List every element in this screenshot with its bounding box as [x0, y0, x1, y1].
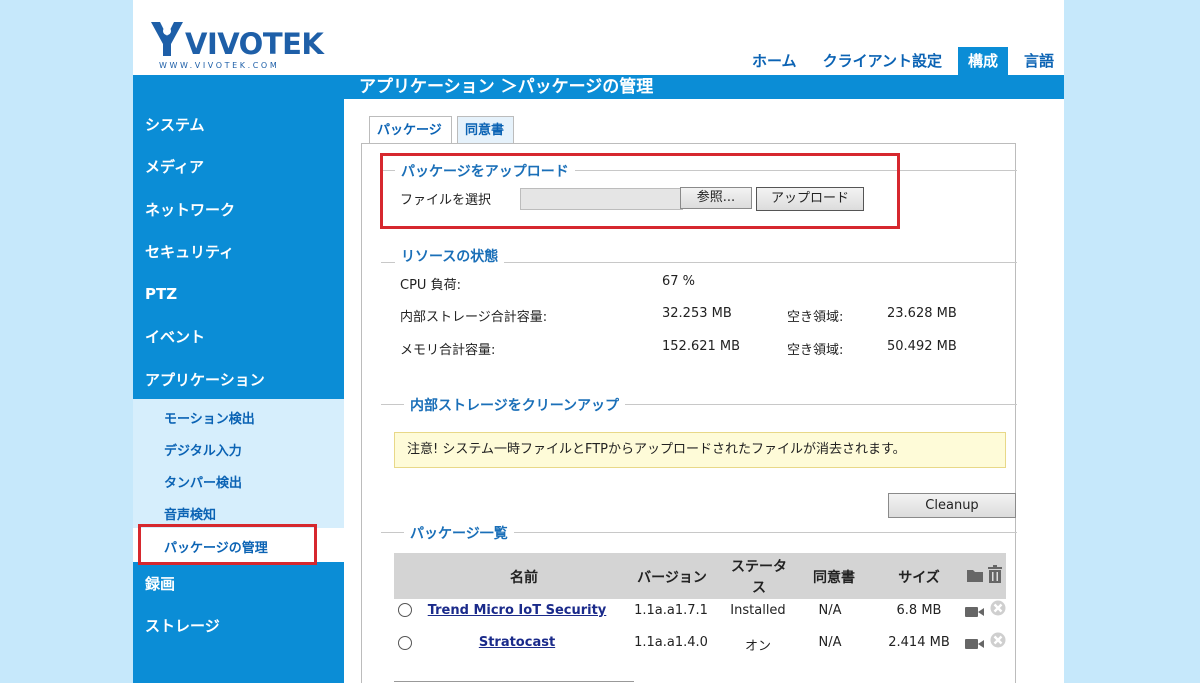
- tab-package[interactable]: パッケージ: [369, 116, 452, 144]
- package-select-radio[interactable]: [398, 603, 412, 617]
- sidebar-item-security[interactable]: セキュリティ: [145, 241, 234, 262]
- resources-section-title: リソースの状態: [395, 246, 505, 266]
- package-status: Installed: [730, 603, 786, 618]
- package-size: 2.414 MB: [888, 635, 950, 650]
- package-version: 1.1a.a1.4.0: [634, 635, 708, 650]
- storage-free-label: 空き領域:: [787, 310, 844, 325]
- memory-free-label: 空き領域:: [787, 343, 844, 358]
- storage-total-value: 32.253 MB: [662, 306, 732, 321]
- nav-language[interactable]: 言語: [1014, 47, 1064, 75]
- package-license: N/A: [818, 603, 842, 618]
- sidebar-item-media[interactable]: メディア: [145, 156, 204, 177]
- package-name-link[interactable]: Stratocast: [426, 635, 608, 650]
- delete-icon[interactable]: [990, 632, 1006, 652]
- vivotek-logo: VIVOTEK WWW.VIVOTEK.COM: [147, 14, 337, 72]
- folder-icon[interactable]: [966, 567, 984, 587]
- sidebar-item-recording[interactable]: 録画: [145, 573, 175, 594]
- title-bar: アプリケーション ＞パッケージの管理: [133, 75, 1064, 99]
- package-size: 6.8 MB: [896, 603, 942, 618]
- column-size: サイズ: [898, 570, 940, 586]
- column-license: 同意書: [813, 570, 855, 586]
- memory-free-value: 50.492 MB: [887, 339, 957, 354]
- cpu-load-value: 67 %: [662, 274, 696, 289]
- app-frame: VIVOTEK WWW.VIVOTEK.COM ホーム クライアント設定 構成 …: [133, 0, 1064, 683]
- column-status-line2: ス: [752, 580, 766, 596]
- package-license: N/A: [818, 635, 842, 650]
- tab-agreement[interactable]: 同意書: [457, 116, 514, 144]
- bottom-buttons-edge: [394, 681, 634, 682]
- cleanup-section-title: 内部ストレージをクリーンアップ: [404, 395, 626, 415]
- sidebar-item-storage[interactable]: ストレージ: [145, 615, 220, 636]
- highlight-box-submenu: [138, 524, 317, 565]
- cleanup-button[interactable]: Cleanup: [888, 493, 1016, 518]
- submenu-audio-detection[interactable]: 音声検知: [164, 504, 216, 523]
- submenu-digital-input[interactable]: デジタル入力: [164, 440, 242, 459]
- camera-icon[interactable]: [965, 603, 985, 622]
- submenu-motion-detection[interactable]: モーション検出: [164, 408, 255, 427]
- sidebar: システム メディア ネットワーク セキュリティ PTZ イベント アプリケーショ…: [133, 99, 344, 683]
- package-status: オン: [744, 639, 771, 654]
- cpu-load-label: CPU 負荷:: [400, 278, 461, 293]
- delete-icon[interactable]: [990, 600, 1006, 620]
- highlight-box-upload: [380, 153, 900, 229]
- memory-total-label: メモリ合計容量:: [400, 343, 496, 358]
- sidebar-item-ptz[interactable]: PTZ: [145, 285, 177, 303]
- sidebar-item-event[interactable]: イベント: [145, 326, 205, 347]
- logo-url: WWW.VIVOTEK.COM: [159, 61, 279, 70]
- sidebar-item-system[interactable]: システム: [145, 114, 205, 135]
- storage-free-value: 23.628 MB: [887, 306, 957, 321]
- trash-icon[interactable]: [987, 565, 1003, 588]
- column-version: バージョン: [637, 570, 707, 586]
- nav-client-settings[interactable]: クライアント設定: [813, 47, 952, 75]
- top-nav: ホーム クライアント設定 構成 言語: [736, 47, 1064, 75]
- nav-configuration[interactable]: 構成: [957, 47, 1008, 75]
- package-version: 1.1a.a1.7.1: [634, 603, 708, 618]
- logo-text: VIVOTEK: [185, 27, 325, 61]
- camera-icon[interactable]: [965, 635, 985, 654]
- submenu-tamper-detection[interactable]: タンパー検出: [164, 472, 242, 491]
- storage-total-label: 内部ストレージ合計容量:: [400, 310, 548, 325]
- header: VIVOTEK WWW.VIVOTEK.COM ホーム クライアント設定 構成 …: [133, 0, 1064, 75]
- column-name: 名前: [510, 570, 538, 586]
- column-status-line1: ステータ: [731, 559, 787, 575]
- package-select-radio[interactable]: [398, 636, 412, 650]
- cleanup-notice: 注意! システム一時ファイルとFTPからアップロードされたファイルが消去されます…: [394, 432, 1006, 468]
- package-name-link[interactable]: Trend Micro IoT Security: [426, 603, 608, 618]
- package-table-header: 名前 バージョン ステータ ス 同意書 サイズ: [394, 553, 1006, 599]
- packages-section-title: パッケージ一覧: [404, 523, 514, 543]
- sidebar-item-network[interactable]: ネットワーク: [145, 199, 235, 220]
- nav-home[interactable]: ホーム: [742, 47, 807, 75]
- sidebar-item-application[interactable]: アプリケーション: [145, 369, 265, 390]
- application-submenu: モーション検出 デジタル入力 タンパー検出 音声検知 パッケージの管理: [133, 399, 344, 562]
- page-title: アプリケーション ＞パッケージの管理: [359, 77, 654, 97]
- memory-total-value: 152.621 MB: [662, 339, 741, 354]
